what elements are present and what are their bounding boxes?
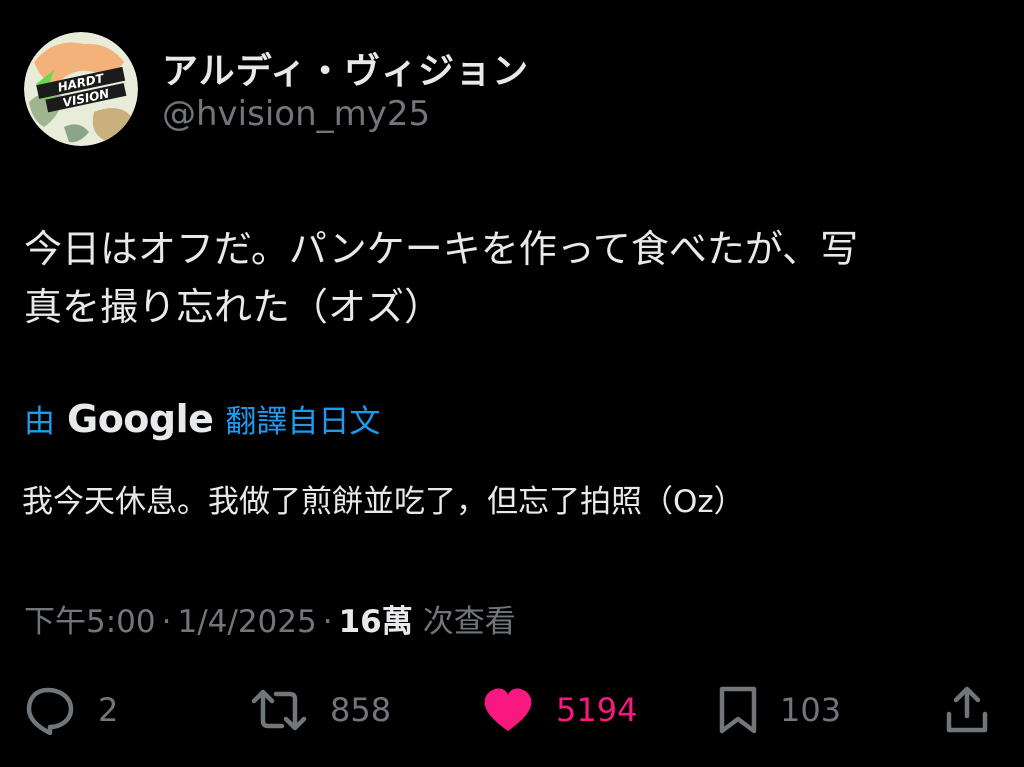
repost-button[interactable]: 858 xyxy=(250,682,391,738)
avatar-logo-image: HARDT VISION xyxy=(24,32,138,146)
translated-from-label[interactable]: 翻譯自日文 xyxy=(225,396,380,441)
views-label[interactable]: 次查看 xyxy=(423,596,516,641)
tweet-text-line: 今日はオフだ。パンケーキを作って食べたが、写 xyxy=(24,227,859,271)
translation-attribution[interactable]: 由 Google 翻譯自日文 xyxy=(24,396,380,441)
reply-icon xyxy=(26,687,74,735)
tweet-date[interactable]: 1/4/2025 xyxy=(177,604,316,640)
bookmark-button[interactable]: 103 xyxy=(718,682,841,738)
share-button[interactable] xyxy=(944,682,990,738)
translation-prefix: 由 xyxy=(24,404,55,440)
like-button[interactable]: 5194 xyxy=(482,682,637,738)
meta-separator: · xyxy=(161,604,172,640)
share-icon xyxy=(946,686,988,733)
tweet-text-line: 真を撮り忘れた（オズ） xyxy=(24,285,443,329)
user-handle[interactable]: @hvision_my25 xyxy=(162,94,430,134)
display-name[interactable]: アルディ・ヴィジョン xyxy=(162,42,529,94)
translated-text: 我今天休息。我做了煎餅並吃了，但忘了拍照（Oz） xyxy=(22,484,745,520)
views-count[interactable]: 16萬 xyxy=(339,596,413,641)
like-count: 5194 xyxy=(556,691,638,729)
bookmark-count: 103 xyxy=(780,691,842,729)
tweet-text: 今日はオフだ。パンケーキを作って食べたが、写 真を撮り忘れた（オズ） xyxy=(24,220,1004,336)
repost-icon xyxy=(251,689,307,731)
reply-count: 2 xyxy=(98,691,119,729)
bookmark-icon xyxy=(719,686,757,734)
tweet-metadata: 下午5:00 · 1/4/2025 · 16萬 次查看 xyxy=(24,596,516,641)
tweet-time[interactable]: 下午5:00 xyxy=(24,596,156,641)
reply-button[interactable]: 2 xyxy=(24,682,118,738)
repost-count: 858 xyxy=(330,691,392,729)
avatar[interactable]: HARDT VISION xyxy=(24,32,138,146)
heart-icon xyxy=(484,688,532,731)
google-logo-text: Google xyxy=(67,396,214,441)
meta-separator: · xyxy=(322,604,333,640)
